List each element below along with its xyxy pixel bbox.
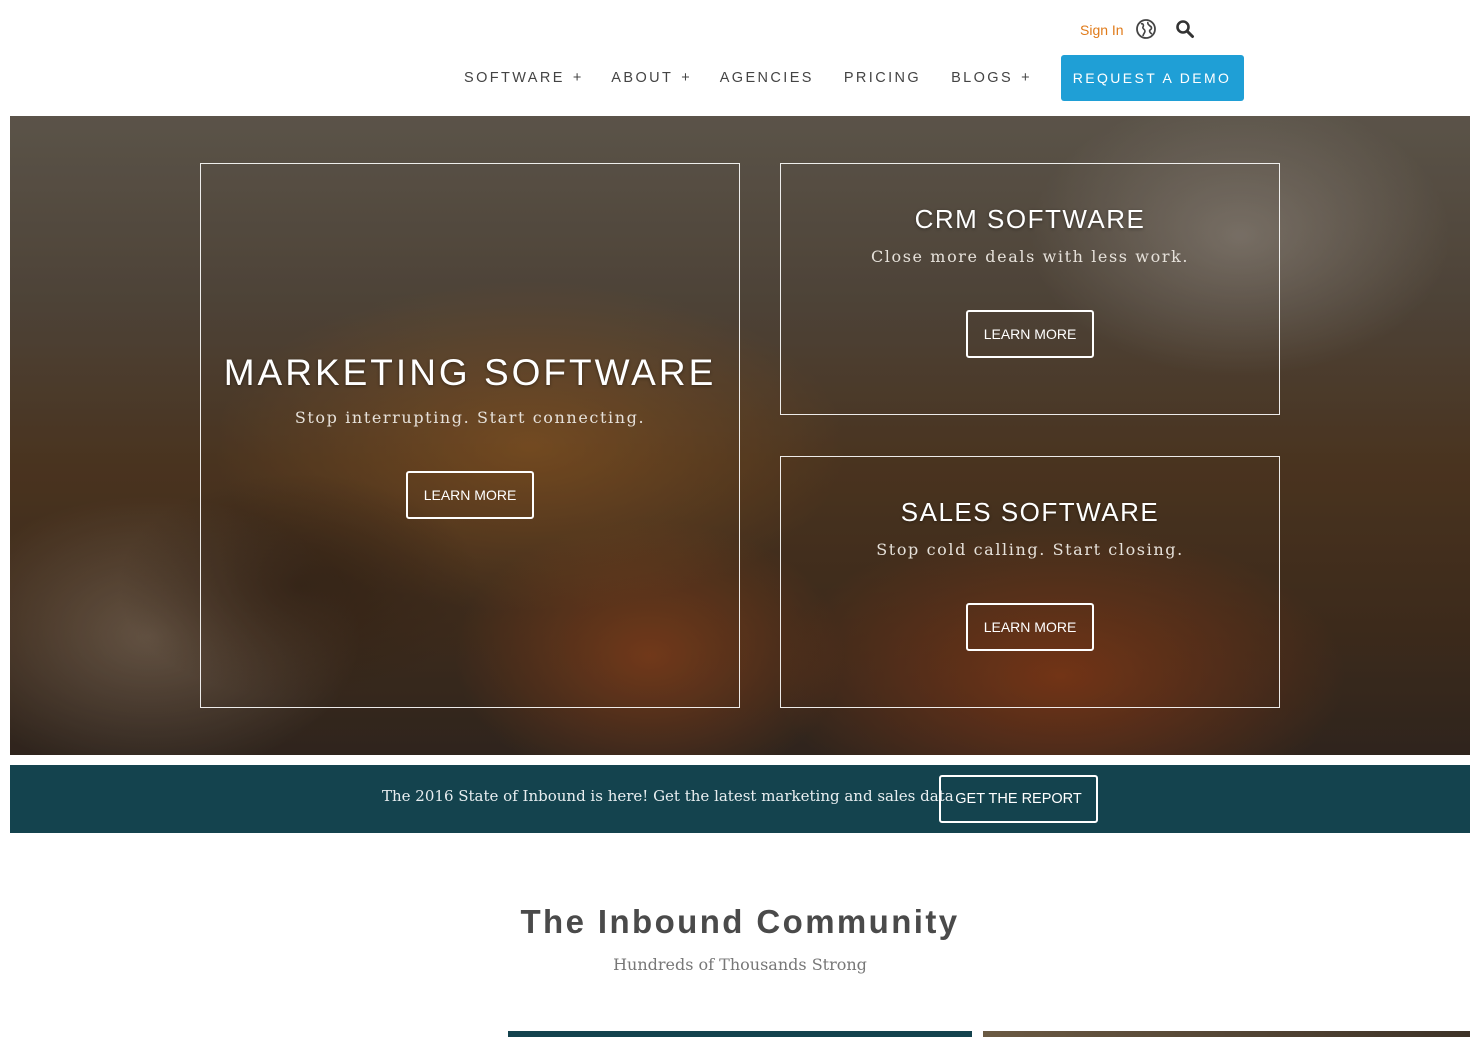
sales-software-panel: SALES SOFTWARE Stop cold calling. Start … [780, 456, 1280, 708]
utility-bar: Sign In [1060, 18, 1194, 42]
marketing-software-panel: MARKETING SOFTWARE Stop interrupting. St… [200, 163, 740, 708]
marketing-learn-more-button[interactable]: LEARN MORE [406, 471, 534, 519]
nav-item-label: AGENCIES [719, 70, 814, 86]
panel-title: SALES SOFTWARE [900, 497, 1160, 527]
plus-icon: + [681, 70, 690, 86]
banner-text: The 2016 State of Inbound is here! Get t… [382, 787, 954, 805]
nav-item-label: BLOGS [951, 70, 1014, 86]
crm-software-panel: CRM SOFTWARE Close more deals with less … [780, 163, 1280, 415]
search-icon[interactable] [1175, 19, 1195, 39]
main-nav: SOFTWARE + ABOUT + AGENCIES PRICING BLOGS +… [449, 55, 1244, 101]
panel-title: MARKETING SOFTWARE [223, 352, 717, 393]
nav-item-label: SOFTWARE [464, 70, 565, 86]
report-banner: The 2016 State of Inbound is here! Get t… [10, 765, 1470, 833]
panel-tagline: Stop interrupting. Start connecting. [294, 408, 646, 427]
sign-in-link[interactable]: Sign In [1080, 22, 1124, 38]
nav-item-blogs[interactable]: BLOGS + [936, 70, 1044, 86]
panel-tagline: Close more deals with less work. [870, 247, 1190, 266]
crm-learn-more-button[interactable]: LEARN MORE [966, 310, 1094, 358]
nav-item-pricing[interactable]: PRICING [829, 70, 936, 86]
request-demo-button[interactable]: REQUEST A DEMO [1060, 55, 1244, 101]
nav-item-label: ABOUT [611, 70, 674, 86]
nav-item-software[interactable]: SOFTWARE + [449, 70, 596, 86]
panel-title: CRM SOFTWARE [914, 204, 1146, 234]
community-card-image [983, 1031, 1470, 1037]
community-card-teal [508, 1031, 972, 1037]
plus-icon: + [572, 70, 582, 86]
sales-learn-more-button[interactable]: LEARN MORE [966, 603, 1094, 651]
get-report-button[interactable]: GET THE REPORT [939, 775, 1098, 823]
nav-item-label: PRICING [843, 70, 922, 86]
hero-section: MARKETING SOFTWARE Stop interrupting. St… [10, 116, 1470, 755]
nav-item-agencies[interactable]: AGENCIES [705, 70, 829, 86]
nav-item-about[interactable]: ABOUT + [596, 70, 704, 86]
section-subtitle: Hundreds of Thousands Strong [613, 955, 867, 974]
quote-mark-icon [50, 1032, 62, 1037]
section-title: The Inbound Community [520, 903, 960, 940]
plus-icon: + [1021, 70, 1030, 86]
panel-tagline: Stop cold calling. Start closing. [876, 540, 1184, 559]
globe-icon[interactable] [1135, 18, 1157, 40]
